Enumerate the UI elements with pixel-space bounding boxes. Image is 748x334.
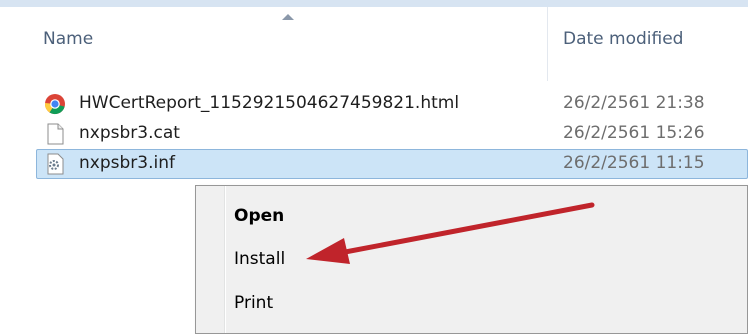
annotation-arrow bbox=[306, 202, 595, 264]
